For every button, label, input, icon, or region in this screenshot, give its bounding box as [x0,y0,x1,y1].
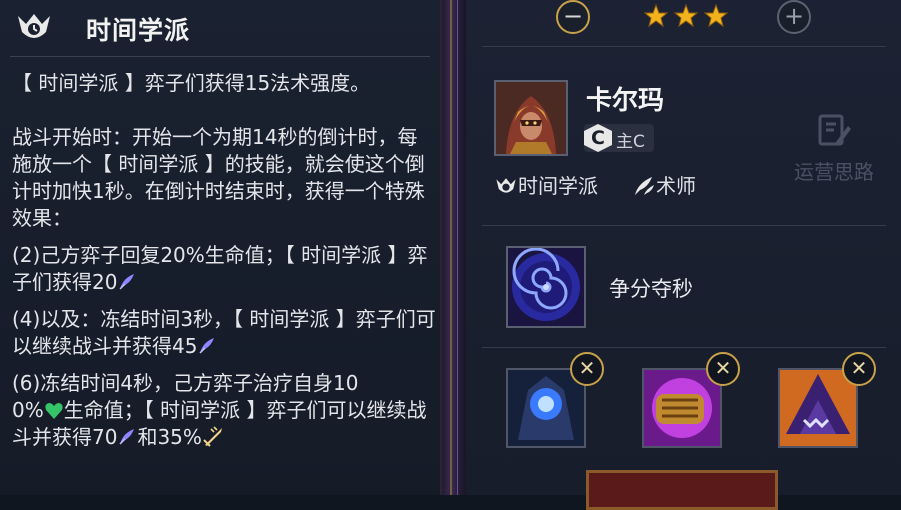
trait-chip-label: 时间学派 [518,174,598,198]
trait-tier-4-text: (4)以及：冻结时间3秒，【 时间学派 】弈子们可以继续战斗并获得45 [12,307,436,358]
trait-tier-6-text-b: 0% [12,398,44,422]
remove-item-3-button[interactable]: ✕ [842,352,876,386]
champion-card: − + 卡尔玛 C 主C 时间学派 术师 运营思路 争分夺秒 ✕ ✕ ✕ [466,0,901,510]
star-icon [643,3,669,28]
champion-name: 卡尔玛 [586,86,665,116]
strategy-icon [818,114,851,146]
ability-name: 争分夺秒 [609,277,693,301]
trait-chip-chrono[interactable]: 时间学派 [494,170,598,199]
trait-header: 时间学派 [0,0,440,56]
attack-speed-icon [203,426,222,447]
star-decrease-button[interactable]: − [556,0,590,34]
strategy-button[interactable]: 运营思路 [784,112,884,185]
ap-icon [199,338,215,354]
role-icon: C [584,124,612,152]
trait-description-panel: 时间学派 【 时间学派 】弈子们获得15法术强度。 战斗开始时：开始一个为期14… [0,0,442,495]
trait-tier-2-text: (2)己方弈子回复20%生命值；【 时间学派 】弈子们获得20 [12,243,428,294]
trait-description: 【 时间学派 】弈子们获得15法术强度。 战斗开始时：开始一个为期14秒的倒计时… [12,70,437,451]
sorcerer-trait-icon [635,177,654,195]
remove-item-1-button[interactable]: ✕ [570,352,604,386]
chrono-trait-icon [496,178,516,193]
panel-divider [442,0,466,495]
trait-base-bonus: 【 时间学派 】弈子们获得15法术强度。 [12,71,371,95]
trait-tier-6-text-d: 和35% [137,425,202,449]
strategy-label: 运营思路 [794,160,874,184]
trait-tier-6-text-a: (6)冻结时间4秒，己方弈子治疗自身10 [12,371,359,395]
ability-icon[interactable] [506,246,586,328]
trait-tier-2: (2)己方弈子回复20%生命值；【 时间学派 】弈子们获得20 [12,242,437,296]
ap-icon [119,429,135,445]
champion-portrait[interactable] [494,80,568,156]
trait-chip-label: 术师 [656,174,696,198]
trait-title: 时间学派 [86,16,191,45]
heart-icon [45,403,63,419]
trait-tier-6: (6)冻结时间4秒，己方弈子治疗自身10 0% 生命值；【 时间学派 】弈子们可以继… [12,370,437,451]
header-divider [10,56,430,57]
star-rating [643,3,729,28]
trait-tier-4: (4)以及：冻结时间3秒，【 时间学派 】弈子们可以继续战斗并获得45 [12,306,437,360]
trait-combat-start: 战斗开始时：开始一个为期14秒的倒计时，每施放一个【 时间学派 】的技能，就会使… [12,125,425,230]
star-icon [673,3,699,28]
bottom-action-button[interactable] [586,470,778,510]
role-label: 主C [616,132,645,152]
trait-chip-sorcerer[interactable]: 术师 [632,170,696,199]
ap-icon [119,274,135,290]
remove-item-2-button[interactable]: ✕ [706,352,740,386]
star-icon [703,3,729,28]
role-badge: C 主C [584,124,654,152]
star-increase-button[interactable]: + [777,0,811,34]
chrono-trait-icon [18,14,50,38]
